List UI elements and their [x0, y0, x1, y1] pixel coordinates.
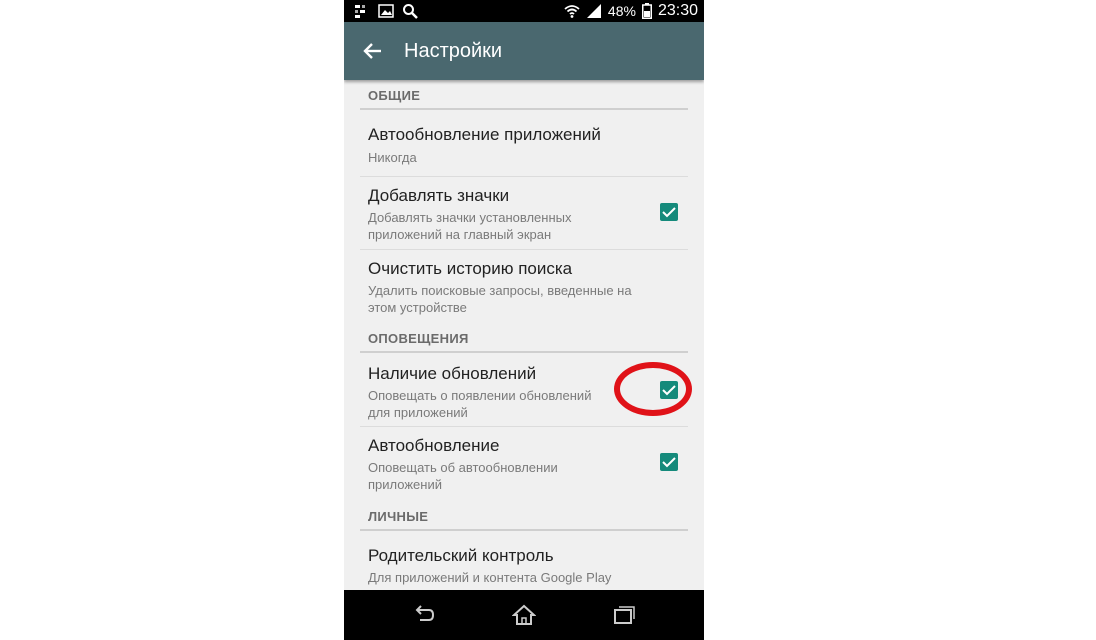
navigation-bar: [344, 590, 704, 640]
setting-subtitle-line2: приложений: [368, 477, 442, 492]
settings-list[interactable]: ОБЩИЕ Автообновление приложений Никогда …: [344, 80, 704, 590]
setting-title: Очистить историю поиска: [368, 259, 573, 278]
setting-auto-update-apps[interactable]: Автообновление приложений Никогда: [360, 110, 688, 176]
recents-icon[interactable]: [612, 604, 636, 626]
arrow-left-icon[interactable]: [362, 40, 384, 62]
battery-percent: 48%: [607, 3, 636, 19]
clock: 23:30: [657, 2, 698, 19]
section-header-general: ОБЩИЕ: [368, 88, 421, 103]
auto-update-notify-checkbox[interactable]: [660, 453, 678, 471]
search-icon: [403, 4, 418, 19]
section-header-notifications: ОПОВЕЩЕНИЯ: [368, 331, 469, 346]
app-bar: Настройки: [344, 22, 704, 80]
setting-subtitle-line1: Добавлять значки установленных: [368, 210, 572, 225]
setting-subtitle-line1: Удалить поисковые запросы, введенные на: [368, 283, 632, 298]
setting-title: Автообновление приложений: [368, 125, 601, 144]
setting-subtitle-line1: Оповещать об автообновлении: [368, 460, 558, 475]
status-bar: 48% 23:30: [344, 0, 704, 22]
highlight-circle: [614, 362, 692, 416]
setting-title: Родительский контроль: [368, 546, 554, 565]
setting-add-icons[interactable]: Добавлять значки Добавлять значки устано…: [360, 177, 688, 249]
setting-subtitle-line2: этом устройстве: [368, 300, 467, 315]
battery-icon: [641, 3, 652, 19]
page-title: Настройки: [404, 40, 503, 62]
setting-subtitle-line2: для приложений: [368, 405, 468, 420]
notification-icon: [355, 5, 365, 18]
phone-screen: 48% 23:30 Настройки ОБЩИЕ Автообновление…: [344, 0, 704, 640]
signal-icon: [586, 4, 601, 18]
setting-auto-update-notify[interactable]: Автообновление Оповещать об автообновлен…: [360, 427, 688, 499]
checkmark-icon: [662, 207, 676, 218]
setting-subtitle: Для приложений и контента Google Play: [368, 570, 612, 585]
add-icons-checkbox[interactable]: [660, 203, 678, 221]
setting-subtitle: Никогда: [368, 150, 417, 165]
home-icon[interactable]: [512, 604, 536, 626]
setting-subtitle-line1: Оповещать о появлении обновлений: [368, 388, 592, 403]
setting-title: Автообновление: [368, 436, 500, 455]
section-header-personal: ЛИЧНЫЕ: [368, 509, 429, 524]
setting-parental-control[interactable]: Родительский контроль Для приложений и к…: [360, 531, 688, 591]
image-icon: [378, 4, 394, 18]
wifi-icon: [564, 5, 580, 18]
setting-title: Добавлять значки: [368, 186, 510, 205]
setting-clear-search-history[interactable]: Очистить историю поиска Удалить поисковы…: [360, 250, 688, 322]
back-nav-icon[interactable]: [412, 604, 436, 626]
setting-subtitle-line2: приложений на главный экран: [368, 227, 552, 242]
checkmark-icon: [662, 457, 676, 468]
setting-title: Наличие обновлений: [368, 364, 537, 383]
